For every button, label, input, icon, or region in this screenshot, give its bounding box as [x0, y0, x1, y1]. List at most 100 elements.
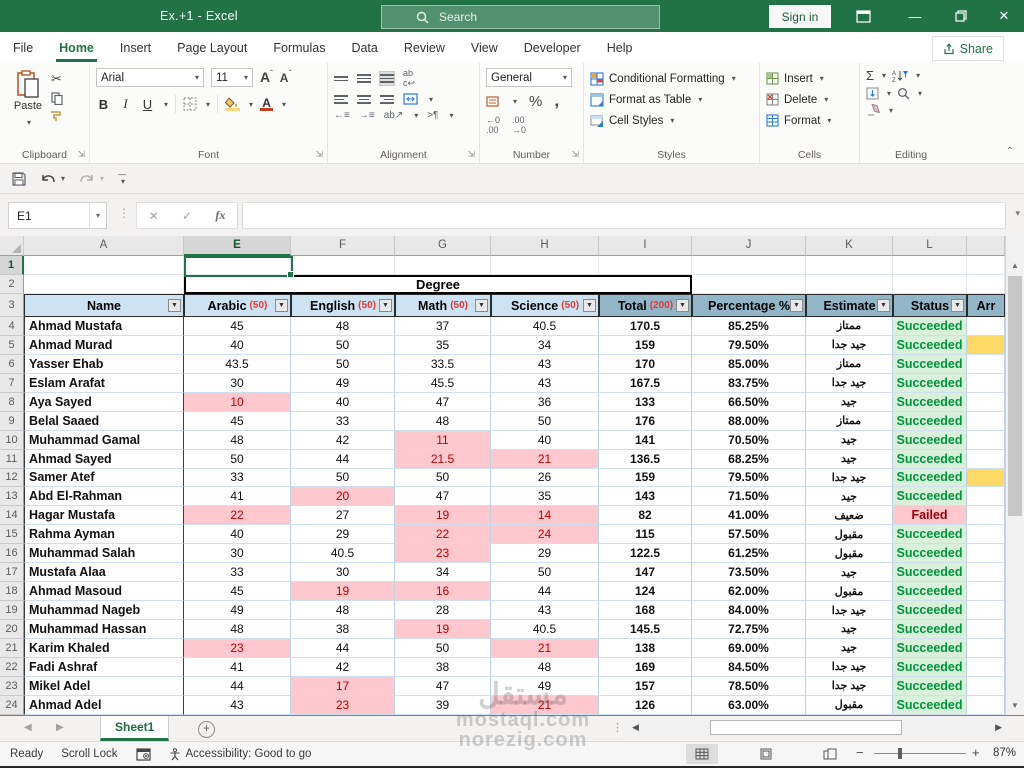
- row-header-18[interactable]: 18: [0, 582, 24, 601]
- cell-estimate[interactable]: جيد جدا: [806, 469, 893, 488]
- cell-arabic[interactable]: 49: [184, 601, 291, 620]
- cell-r1-c0[interactable]: [24, 256, 184, 275]
- cell-total[interactable]: 147: [599, 563, 692, 582]
- save-button[interactable]: [12, 172, 26, 186]
- cell-english[interactable]: 50: [291, 355, 395, 374]
- cell-english[interactable]: 40: [291, 393, 395, 412]
- row-header-8[interactable]: 8: [0, 393, 24, 412]
- row-header-19[interactable]: 19: [0, 601, 24, 620]
- cell-estimate[interactable]: جيد: [806, 563, 893, 582]
- cell-arabic[interactable]: 40: [184, 525, 291, 544]
- cell-science[interactable]: 24: [491, 525, 599, 544]
- cell-name[interactable]: Muhammad Nageb: [24, 601, 184, 620]
- cell-arabic[interactable]: 43: [184, 696, 291, 715]
- prev-sheet-arrow[interactable]: ◀: [24, 722, 32, 733]
- cell-name[interactable]: Ahmad Masoud: [24, 582, 184, 601]
- font-color-icon[interactable]: A: [260, 98, 273, 111]
- cell-arabic[interactable]: 10: [184, 393, 291, 412]
- alignment-dialog-launcher[interactable]: ⇲: [467, 149, 475, 160]
- cell-r1-c5[interactable]: [599, 256, 692, 275]
- cell-name[interactable]: Mustafa Alaa: [24, 563, 184, 582]
- cell-arr[interactable]: [967, 336, 1005, 355]
- cell-science[interactable]: 50: [491, 563, 599, 582]
- cell-arabic[interactable]: 22: [184, 506, 291, 525]
- cell-estimate[interactable]: جيد جدا: [806, 658, 893, 677]
- ribbon-display-options-button[interactable]: [840, 0, 886, 32]
- cell-total[interactable]: 170: [599, 355, 692, 374]
- customize-qat-button[interactable]: —▾: [118, 173, 126, 184]
- cell-status[interactable]: Succeeded: [893, 677, 967, 696]
- cell-arr[interactable]: [967, 355, 1005, 374]
- number-format-select[interactable]: General▾: [486, 68, 572, 87]
- restore-button[interactable]: [938, 0, 984, 32]
- cell-percentage[interactable]: 41.00%: [692, 506, 806, 525]
- cell-estimate[interactable]: جيد: [806, 639, 893, 658]
- cell-total[interactable]: 143: [599, 487, 692, 506]
- cell-total[interactable]: 141: [599, 431, 692, 450]
- cell-estimate[interactable]: جيد: [806, 450, 893, 469]
- cell-status[interactable]: Succeeded: [893, 469, 967, 488]
- cell-total[interactable]: 168: [599, 601, 692, 620]
- cell-english[interactable]: 17: [291, 677, 395, 696]
- cell-arabic[interactable]: 45: [184, 582, 291, 601]
- filter-dropdown-button[interactable]: ▼: [275, 299, 288, 312]
- cell-arabic[interactable]: 41: [184, 487, 291, 506]
- cell-arabic[interactable]: 50: [184, 450, 291, 469]
- sheet-tab-active[interactable]: Sheet1: [100, 716, 169, 741]
- cell-total[interactable]: 167.5: [599, 374, 692, 393]
- row-header-4[interactable]: 4: [0, 317, 24, 336]
- cell-math[interactable]: 50: [395, 639, 491, 658]
- bold-button[interactable]: B: [96, 97, 111, 112]
- cell-math[interactable]: 28: [395, 601, 491, 620]
- cell-r2-c7[interactable]: [806, 275, 893, 294]
- cell-estimate[interactable]: مقبول: [806, 582, 893, 601]
- orientation-icon[interactable]: ab↗: [384, 110, 404, 121]
- comma-style-button[interactable]: ,: [554, 91, 559, 111]
- ribbon-tab-view[interactable]: View: [458, 33, 511, 63]
- select-all-corner[interactable]: [0, 236, 24, 256]
- cell-arr[interactable]: [967, 469, 1005, 488]
- degree-merged-header[interactable]: Degree: [184, 275, 692, 294]
- cell-arr[interactable]: [967, 317, 1005, 336]
- ribbon-tab-review[interactable]: Review: [391, 33, 458, 63]
- cell-name[interactable]: Ahmad Murad: [24, 336, 184, 355]
- underline-dropdown-arrow[interactable]: ▾: [164, 100, 168, 109]
- cell-status[interactable]: Succeeded: [893, 525, 967, 544]
- cell-percentage[interactable]: 79.50%: [692, 469, 806, 488]
- cell-science[interactable]: 49: [491, 677, 599, 696]
- cell-arr[interactable]: [967, 582, 1005, 601]
- vertical-scroll-thumb[interactable]: [1008, 276, 1022, 516]
- cell-percentage[interactable]: 61.25%: [692, 544, 806, 563]
- row-header-5[interactable]: 5: [0, 336, 24, 355]
- row-header-13[interactable]: 13: [0, 487, 24, 506]
- cell-arabic[interactable]: 23: [184, 639, 291, 658]
- cell-arr[interactable]: [967, 487, 1005, 506]
- enter-formula-icon[interactable]: ✓: [182, 209, 192, 223]
- paste-dropdown-arrow[interactable]: ▾: [27, 118, 31, 127]
- cell-percentage[interactable]: 85.00%: [692, 355, 806, 374]
- cell-r1-c4[interactable]: [491, 256, 599, 275]
- column-header-H[interactable]: H: [491, 236, 599, 256]
- table-header-english[interactable]: English(50)▼: [291, 294, 395, 317]
- filter-dropdown-button[interactable]: ▼: [676, 299, 689, 312]
- cell-name[interactable]: Yasser Ehab: [24, 355, 184, 374]
- cell-math[interactable]: 23: [395, 544, 491, 563]
- cell-arabic[interactable]: 30: [184, 374, 291, 393]
- middle-align-icon[interactable]: [357, 72, 371, 85]
- formula-input[interactable]: [242, 202, 1006, 229]
- filter-dropdown-button[interactable]: ▼: [790, 299, 803, 312]
- cell-estimate[interactable]: جيد جدا: [806, 677, 893, 696]
- shrink-font-button[interactable]: Aˇ: [280, 69, 291, 87]
- cell-arabic[interactable]: 41: [184, 658, 291, 677]
- cell-science[interactable]: 50: [491, 412, 599, 431]
- cell-total[interactable]: 169: [599, 658, 692, 677]
- cell-estimate[interactable]: جيد جدا: [806, 601, 893, 620]
- cell-percentage[interactable]: 88.00%: [692, 412, 806, 431]
- cell-math[interactable]: 47: [395, 487, 491, 506]
- filter-dropdown-button[interactable]: ▼: [877, 299, 890, 312]
- cell-english[interactable]: 30: [291, 563, 395, 582]
- cell-arabic[interactable]: 44: [184, 677, 291, 696]
- ribbon-tab-home[interactable]: Home: [46, 33, 107, 63]
- number-dialog-launcher[interactable]: ⇲: [571, 149, 579, 160]
- cell-r2-c9[interactable]: [967, 275, 1005, 294]
